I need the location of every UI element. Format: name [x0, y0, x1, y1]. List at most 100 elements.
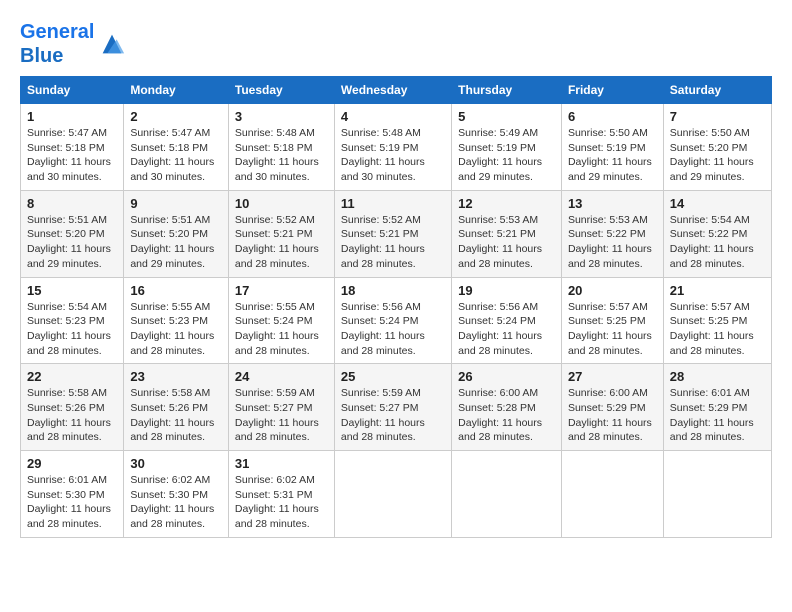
cell-text: Sunrise: 5:58 AMSunset: 5:26 PMDaylight:…	[130, 387, 214, 443]
calendar-cell: 29 Sunrise: 6:01 AMSunset: 5:30 PMDaylig…	[21, 451, 124, 538]
cell-text: Sunrise: 5:59 AMSunset: 5:27 PMDaylight:…	[341, 387, 425, 443]
calendar-cell: 15 Sunrise: 5:54 AMSunset: 5:23 PMDaylig…	[21, 277, 124, 364]
day-number: 30	[130, 456, 222, 471]
cell-text: Sunrise: 5:56 AMSunset: 5:24 PMDaylight:…	[458, 301, 542, 357]
day-number: 17	[235, 283, 328, 298]
day-number: 28	[670, 369, 765, 384]
calendar-cell: 5 Sunrise: 5:49 AMSunset: 5:19 PMDayligh…	[452, 104, 562, 191]
weekday-header-tuesday: Tuesday	[228, 77, 334, 104]
day-number: 26	[458, 369, 555, 384]
day-number: 23	[130, 369, 222, 384]
day-number: 3	[235, 109, 328, 124]
day-number: 18	[341, 283, 445, 298]
day-number: 21	[670, 283, 765, 298]
logo-text: GeneralBlue	[20, 20, 94, 68]
cell-text: Sunrise: 5:47 AMSunset: 5:18 PMDaylight:…	[27, 127, 111, 183]
day-number: 7	[670, 109, 765, 124]
calendar-week-4: 22 Sunrise: 5:58 AMSunset: 5:26 PMDaylig…	[21, 364, 772, 451]
calendar-cell	[663, 451, 771, 538]
day-number: 13	[568, 196, 657, 211]
calendar-cell: 12 Sunrise: 5:53 AMSunset: 5:21 PMDaylig…	[452, 190, 562, 277]
day-number: 24	[235, 369, 328, 384]
cell-text: Sunrise: 5:54 AMSunset: 5:23 PMDaylight:…	[27, 301, 111, 357]
cell-text: Sunrise: 5:59 AMSunset: 5:27 PMDaylight:…	[235, 387, 319, 443]
day-number: 1	[27, 109, 117, 124]
cell-text: Sunrise: 5:52 AMSunset: 5:21 PMDaylight:…	[341, 214, 425, 270]
weekday-header-monday: Monday	[124, 77, 229, 104]
calendar-cell: 4 Sunrise: 5:48 AMSunset: 5:19 PMDayligh…	[334, 104, 451, 191]
calendar-cell: 11 Sunrise: 5:52 AMSunset: 5:21 PMDaylig…	[334, 190, 451, 277]
cell-text: Sunrise: 5:47 AMSunset: 5:18 PMDaylight:…	[130, 127, 214, 183]
calendar-cell: 30 Sunrise: 6:02 AMSunset: 5:30 PMDaylig…	[124, 451, 229, 538]
calendar-cell: 17 Sunrise: 5:55 AMSunset: 5:24 PMDaylig…	[228, 277, 334, 364]
calendar-cell: 2 Sunrise: 5:47 AMSunset: 5:18 PMDayligh…	[124, 104, 229, 191]
day-number: 31	[235, 456, 328, 471]
cell-text: Sunrise: 5:54 AMSunset: 5:22 PMDaylight:…	[670, 214, 754, 270]
logo: GeneralBlue	[20, 20, 126, 68]
calendar-cell: 27 Sunrise: 6:00 AMSunset: 5:29 PMDaylig…	[561, 364, 663, 451]
day-number: 16	[130, 283, 222, 298]
calendar-week-5: 29 Sunrise: 6:01 AMSunset: 5:30 PMDaylig…	[21, 451, 772, 538]
calendar-cell: 7 Sunrise: 5:50 AMSunset: 5:20 PMDayligh…	[663, 104, 771, 191]
day-number: 22	[27, 369, 117, 384]
cell-text: Sunrise: 5:53 AMSunset: 5:21 PMDaylight:…	[458, 214, 542, 270]
calendar-cell: 3 Sunrise: 5:48 AMSunset: 5:18 PMDayligh…	[228, 104, 334, 191]
weekday-header-wednesday: Wednesday	[334, 77, 451, 104]
calendar-cell	[561, 451, 663, 538]
calendar-cell: 9 Sunrise: 5:51 AMSunset: 5:20 PMDayligh…	[124, 190, 229, 277]
calendar-cell	[452, 451, 562, 538]
weekday-header-thursday: Thursday	[452, 77, 562, 104]
day-number: 25	[341, 369, 445, 384]
day-number: 15	[27, 283, 117, 298]
day-number: 9	[130, 196, 222, 211]
calendar-week-2: 8 Sunrise: 5:51 AMSunset: 5:20 PMDayligh…	[21, 190, 772, 277]
day-number: 27	[568, 369, 657, 384]
cell-text: Sunrise: 6:00 AMSunset: 5:28 PMDaylight:…	[458, 387, 542, 443]
cell-text: Sunrise: 6:01 AMSunset: 5:30 PMDaylight:…	[27, 474, 111, 530]
cell-text: Sunrise: 5:57 AMSunset: 5:25 PMDaylight:…	[670, 301, 754, 357]
calendar-cell: 21 Sunrise: 5:57 AMSunset: 5:25 PMDaylig…	[663, 277, 771, 364]
calendar-cell: 10 Sunrise: 5:52 AMSunset: 5:21 PMDaylig…	[228, 190, 334, 277]
cell-text: Sunrise: 5:50 AMSunset: 5:19 PMDaylight:…	[568, 127, 652, 183]
calendar-cell: 20 Sunrise: 5:57 AMSunset: 5:25 PMDaylig…	[561, 277, 663, 364]
logo-icon	[98, 30, 126, 58]
cell-text: Sunrise: 5:51 AMSunset: 5:20 PMDaylight:…	[27, 214, 111, 270]
calendar-cell: 8 Sunrise: 5:51 AMSunset: 5:20 PMDayligh…	[21, 190, 124, 277]
cell-text: Sunrise: 6:02 AMSunset: 5:31 PMDaylight:…	[235, 474, 319, 530]
cell-text: Sunrise: 5:55 AMSunset: 5:24 PMDaylight:…	[235, 301, 319, 357]
cell-text: Sunrise: 5:58 AMSunset: 5:26 PMDaylight:…	[27, 387, 111, 443]
weekday-row: SundayMondayTuesdayWednesdayThursdayFrid…	[21, 77, 772, 104]
calendar-week-3: 15 Sunrise: 5:54 AMSunset: 5:23 PMDaylig…	[21, 277, 772, 364]
calendar-cell: 25 Sunrise: 5:59 AMSunset: 5:27 PMDaylig…	[334, 364, 451, 451]
weekday-header-friday: Friday	[561, 77, 663, 104]
day-number: 2	[130, 109, 222, 124]
calendar-cell: 24 Sunrise: 5:59 AMSunset: 5:27 PMDaylig…	[228, 364, 334, 451]
cell-text: Sunrise: 5:53 AMSunset: 5:22 PMDaylight:…	[568, 214, 652, 270]
page-header: GeneralBlue	[20, 20, 772, 68]
day-number: 29	[27, 456, 117, 471]
calendar-body: 1 Sunrise: 5:47 AMSunset: 5:18 PMDayligh…	[21, 104, 772, 538]
day-number: 5	[458, 109, 555, 124]
cell-text: Sunrise: 5:49 AMSunset: 5:19 PMDaylight:…	[458, 127, 542, 183]
calendar-cell: 19 Sunrise: 5:56 AMSunset: 5:24 PMDaylig…	[452, 277, 562, 364]
weekday-header-saturday: Saturday	[663, 77, 771, 104]
cell-text: Sunrise: 5:48 AMSunset: 5:18 PMDaylight:…	[235, 127, 319, 183]
cell-text: Sunrise: 6:01 AMSunset: 5:29 PMDaylight:…	[670, 387, 754, 443]
calendar-cell: 28 Sunrise: 6:01 AMSunset: 5:29 PMDaylig…	[663, 364, 771, 451]
day-number: 19	[458, 283, 555, 298]
cell-text: Sunrise: 6:02 AMSunset: 5:30 PMDaylight:…	[130, 474, 214, 530]
calendar-cell: 14 Sunrise: 5:54 AMSunset: 5:22 PMDaylig…	[663, 190, 771, 277]
cell-text: Sunrise: 5:51 AMSunset: 5:20 PMDaylight:…	[130, 214, 214, 270]
calendar-cell: 13 Sunrise: 5:53 AMSunset: 5:22 PMDaylig…	[561, 190, 663, 277]
calendar-cell: 26 Sunrise: 6:00 AMSunset: 5:28 PMDaylig…	[452, 364, 562, 451]
day-number: 6	[568, 109, 657, 124]
cell-text: Sunrise: 6:00 AMSunset: 5:29 PMDaylight:…	[568, 387, 652, 443]
cell-text: Sunrise: 5:52 AMSunset: 5:21 PMDaylight:…	[235, 214, 319, 270]
calendar-cell	[334, 451, 451, 538]
day-number: 20	[568, 283, 657, 298]
cell-text: Sunrise: 5:50 AMSunset: 5:20 PMDaylight:…	[670, 127, 754, 183]
day-number: 12	[458, 196, 555, 211]
cell-text: Sunrise: 5:56 AMSunset: 5:24 PMDaylight:…	[341, 301, 425, 357]
calendar-cell: 23 Sunrise: 5:58 AMSunset: 5:26 PMDaylig…	[124, 364, 229, 451]
cell-text: Sunrise: 5:48 AMSunset: 5:19 PMDaylight:…	[341, 127, 425, 183]
